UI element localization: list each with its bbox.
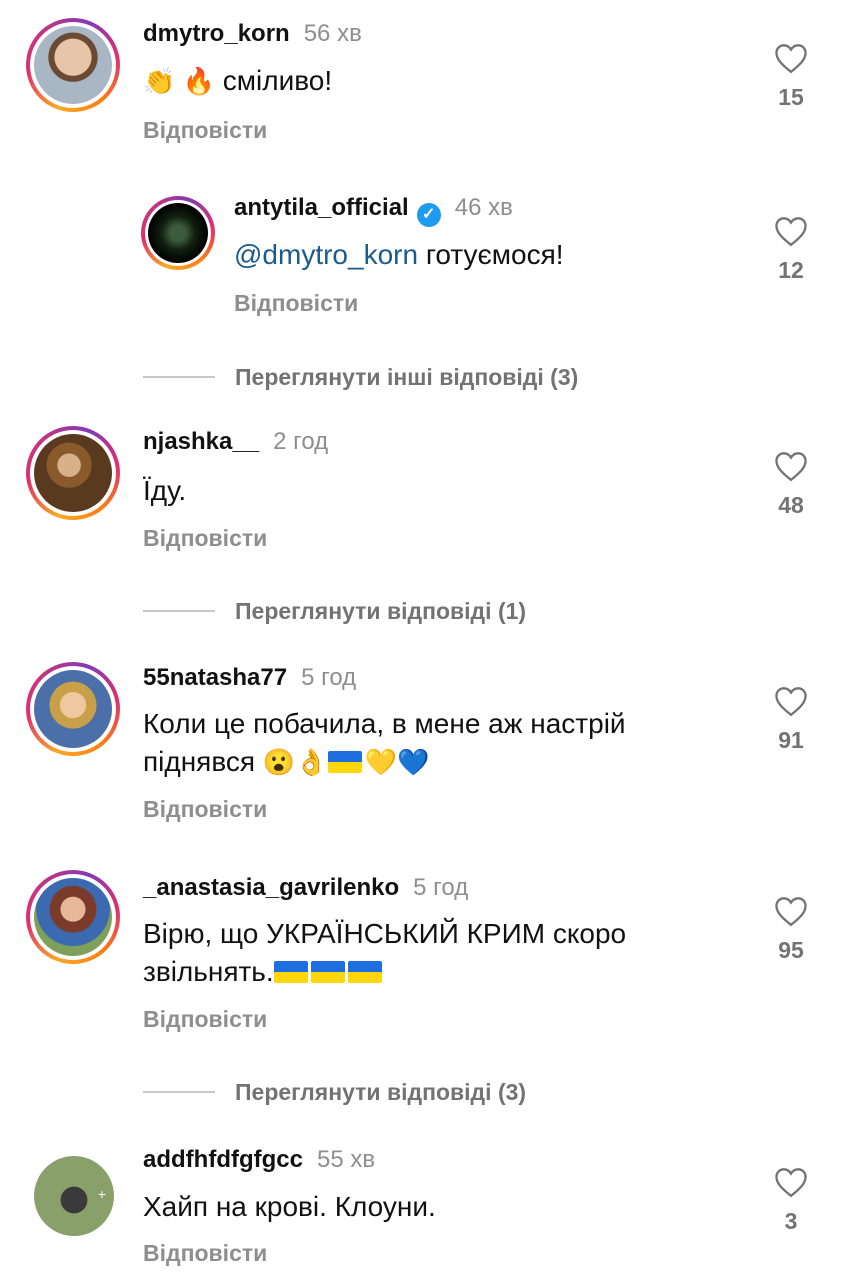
comment-text: 👏 🔥 сміливо! xyxy=(143,62,332,100)
timestamp: 46 хв xyxy=(454,194,513,221)
like-count: 12 xyxy=(778,257,804,283)
comment-body: готуємося! xyxy=(425,239,564,270)
view-replies-button[interactable]: Переглянути інші відповіді (3) xyxy=(143,362,578,392)
divider xyxy=(143,610,215,612)
emoji: 👏 🔥 xyxy=(143,66,215,96)
heart-outline-icon xyxy=(775,44,807,74)
timestamp: 56 хв xyxy=(303,20,362,47)
like-button[interactable]: 12 xyxy=(761,215,821,284)
mention-link[interactable]: @dmytro_korn xyxy=(234,239,418,270)
reply-button[interactable]: Відповісти xyxy=(143,525,267,552)
view-replies-button[interactable]: Переглянути відповіді (3) xyxy=(143,1077,526,1107)
plus-icon: + xyxy=(97,1186,106,1202)
heart-outline-icon xyxy=(775,897,807,927)
ukraine-flag-icon xyxy=(327,751,362,773)
emoji: 😮👌 xyxy=(262,747,328,777)
username[interactable]: antytila_official xyxy=(234,194,409,221)
comment-body: Коли це побачила, в мене аж настрій xyxy=(143,708,626,739)
divider xyxy=(143,376,215,378)
username[interactable]: 55natasha77 xyxy=(143,664,287,691)
view-replies-label: Переглянути відповіді (1) xyxy=(235,597,527,624)
reply-button[interactable]: Відповісти xyxy=(234,290,358,317)
ukraine-flag-icon xyxy=(347,961,382,983)
emoji: 💛💙 xyxy=(364,747,430,777)
comment-text: Хайп на крові. Клоуни. xyxy=(143,1191,436,1222)
heart-outline-icon xyxy=(775,1168,807,1198)
comment-text: Коли це побачила, в мене аж настрій підн… xyxy=(143,705,626,781)
like-button[interactable]: 3 xyxy=(761,1166,821,1235)
like-count: 48 xyxy=(778,492,804,518)
like-button[interactable]: 15 xyxy=(761,42,821,111)
view-replies-label: Переглянути інші відповіді (3) xyxy=(235,363,579,390)
like-count: 3 xyxy=(784,1208,798,1234)
verified-badge-icon: ✓ xyxy=(416,203,441,227)
timestamp: 2 год xyxy=(273,428,329,455)
heart-outline-icon xyxy=(775,687,807,717)
view-replies-label: Переглянути відповіді (3) xyxy=(235,1078,527,1105)
reply-button[interactable]: Відповісти xyxy=(143,796,267,823)
timestamp: 55 хв xyxy=(316,1146,376,1173)
avatar[interactable] xyxy=(26,426,120,520)
divider xyxy=(143,1091,215,1093)
username[interactable]: _anastasia_gavrilenko xyxy=(143,874,399,901)
like-button[interactable]: 48 xyxy=(761,450,821,519)
comment-body: піднявся xyxy=(143,746,256,777)
reply-button[interactable]: Відповісти xyxy=(143,1240,267,1267)
comment-body: Вірю, що УКРАЇНСЬКИЙ КРИМ скоро xyxy=(143,918,627,949)
ukraine-flag-icon xyxy=(310,961,345,983)
comment-text: Їду. xyxy=(143,475,187,506)
heart-outline-icon xyxy=(775,217,807,247)
like-count: 15 xyxy=(778,84,804,110)
comment-text: @dmytro_korn готуємося! xyxy=(234,236,564,274)
timestamp: 5 год xyxy=(301,664,357,691)
comment-body: звільнять. xyxy=(143,956,274,987)
like-count: 95 xyxy=(778,937,804,963)
reply-button[interactable]: Відповісти xyxy=(143,1006,267,1033)
avatar[interactable] xyxy=(141,196,215,270)
view-replies-button[interactable]: Переглянути відповіді (1) xyxy=(143,596,526,626)
username[interactable]: njashka__ xyxy=(143,428,259,455)
avatar[interactable] xyxy=(26,18,120,112)
avatar[interactable] xyxy=(26,662,120,756)
like-count: 91 xyxy=(778,727,804,753)
like-button[interactable]: 95 xyxy=(761,895,821,964)
avatar[interactable]: + xyxy=(34,1156,114,1236)
comment-text: Вірю, що УКРАЇНСЬКИЙ КРИМ скоро звільнят… xyxy=(143,915,626,991)
timestamp: 5 год xyxy=(413,874,469,901)
avatar[interactable] xyxy=(26,870,120,964)
username[interactable]: dmytro_korn xyxy=(143,20,290,47)
username[interactable]: addfhfdfgfgcc xyxy=(143,1146,303,1173)
like-button[interactable]: 91 xyxy=(761,685,821,754)
comment-body: сміливо! xyxy=(222,65,333,96)
reply-button[interactable]: Відповісти xyxy=(143,117,267,144)
heart-outline-icon xyxy=(775,452,807,482)
ukraine-flag-icon xyxy=(273,961,308,983)
